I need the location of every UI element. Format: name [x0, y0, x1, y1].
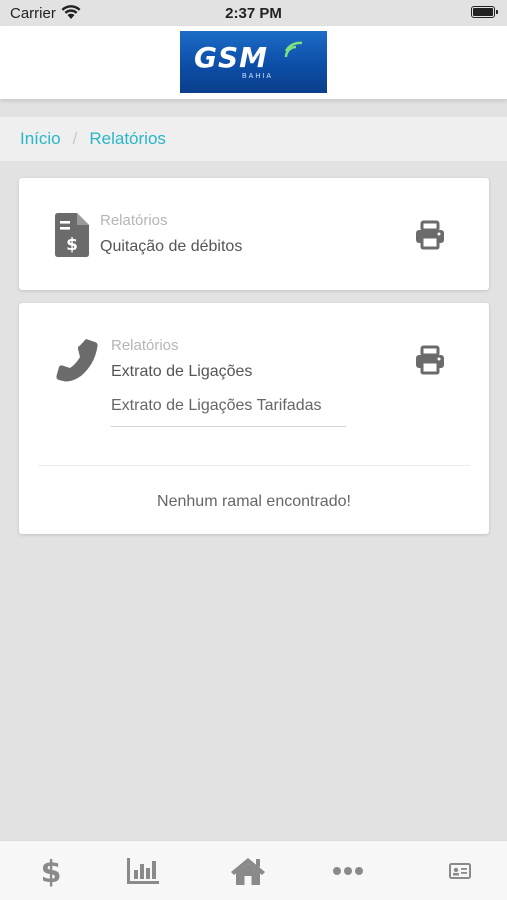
bar-chart-icon: [126, 858, 159, 884]
logo-subtext: BAHIA: [242, 73, 274, 80]
tab-profile[interactable]: [409, 841, 507, 900]
app-header: GSM BAHIA: [0, 26, 507, 99]
report-card-debt-settlement: $ Relatórios Quitação de débitos: [19, 178, 489, 290]
logo-text: GSM: [194, 41, 269, 74]
signal-wave-icon: [284, 41, 303, 58]
card-category-label: Relatórios: [100, 212, 168, 229]
more-icon: [332, 867, 363, 875]
print-icon: [416, 345, 444, 375]
invoice-dollar-icon: $: [55, 213, 89, 262]
tab-finance[interactable]: $: [0, 841, 101, 900]
home-icon: [230, 858, 265, 885]
svg-text:$: $: [40, 855, 61, 888]
breadcrumb-home-link[interactable]: Início: [20, 129, 61, 148]
clock: 2:37 PM: [225, 5, 282, 22]
print-button[interactable]: [415, 220, 447, 252]
status-bar: Carrier 2:37 PM: [0, 0, 507, 26]
print-button[interactable]: [415, 345, 447, 377]
phone-icon: [55, 338, 99, 387]
report-type-select[interactable]: Extrato de Ligações Tarifadas: [111, 391, 346, 427]
print-icon: [416, 220, 444, 250]
bottom-tab-bar: $: [0, 840, 507, 900]
card-category-label: Relatórios: [111, 337, 179, 354]
battery-icon: [471, 6, 498, 18]
breadcrumb-separator: /: [72, 129, 78, 148]
tab-reports[interactable]: [92, 841, 193, 900]
id-card-icon: [448, 863, 471, 879]
divider: [38, 465, 470, 466]
breadcrumb-current-link[interactable]: Relatórios: [89, 129, 166, 148]
card-title: Quitação de débitos: [100, 238, 243, 255]
report-card-call-statement: Relatórios Extrato de Ligações Extrato d…: [19, 303, 489, 534]
dollar-icon: $: [40, 855, 61, 888]
tab-more[interactable]: [297, 841, 398, 900]
tab-home[interactable]: [197, 841, 298, 900]
empty-extensions-message: Nenhum ramal encontrado!: [157, 493, 351, 510]
svg-text:$: $: [66, 235, 78, 255]
gsm-logo: GSM BAHIA: [180, 31, 327, 93]
card-title: Extrato de Ligações: [111, 363, 253, 380]
breadcrumb: Início / Relatórios: [0, 117, 507, 161]
